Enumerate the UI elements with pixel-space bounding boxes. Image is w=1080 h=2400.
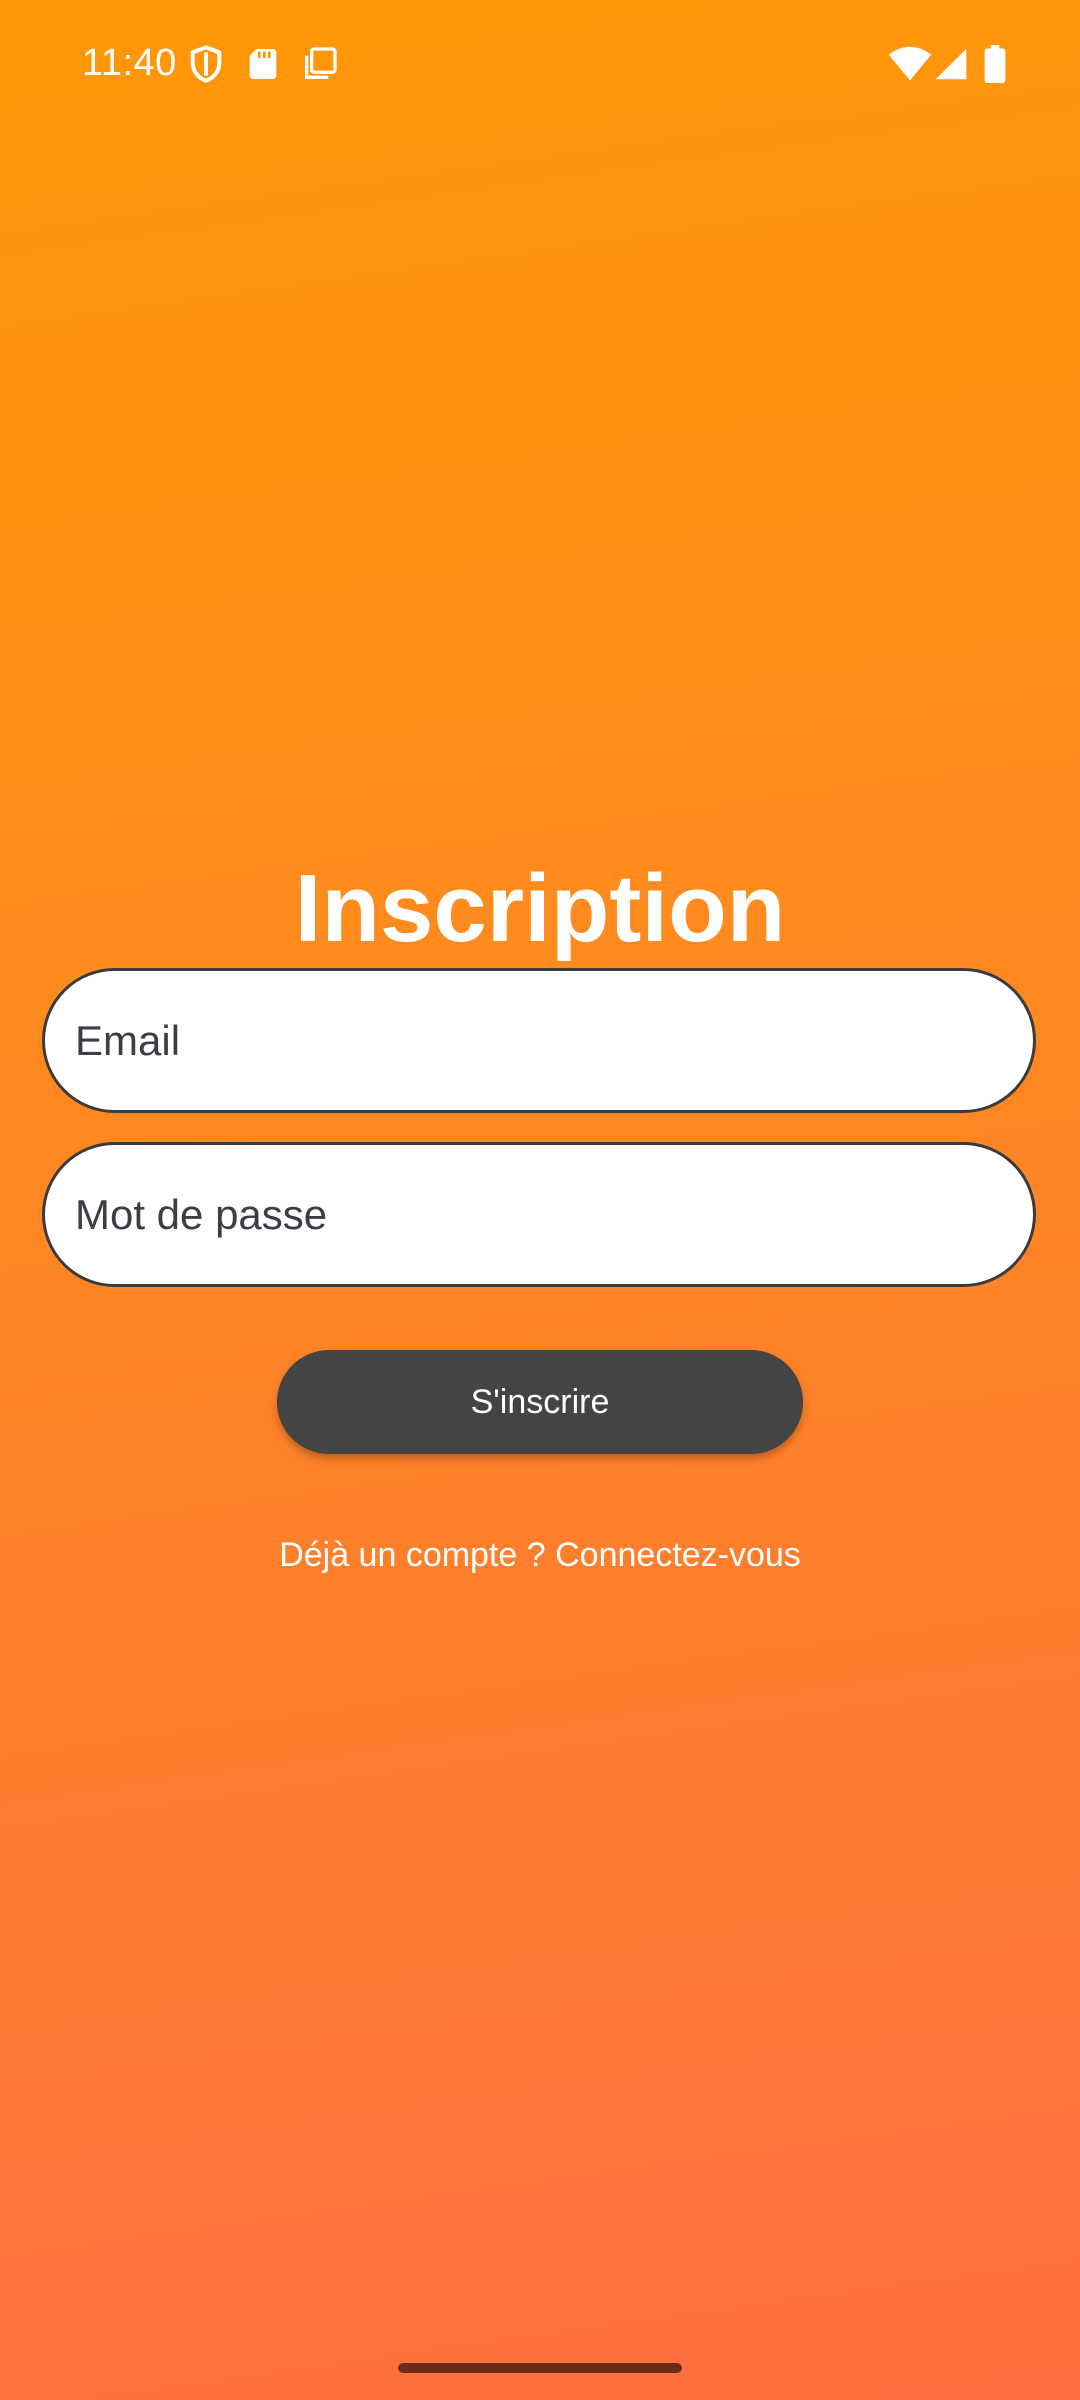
signal-icon: [934, 46, 968, 82]
status-bar: 11:40: [0, 0, 1080, 128]
gesture-navigation-bar[interactable]: [398, 2363, 682, 2373]
signup-button[interactable]: S'inscrire: [277, 1350, 803, 1454]
battery-icon: [984, 45, 1006, 83]
login-link[interactable]: Déjà un compte ? Connectez-vous: [0, 1530, 1080, 1580]
signup-screen: 11:40 Inscription S'inscrire Déjà un com…: [0, 0, 1080, 2400]
page-title: Inscription: [294, 855, 786, 963]
shield-icon: [186, 44, 226, 84]
email-field[interactable]: [42, 968, 1036, 1113]
screenshot-icon: [300, 44, 340, 84]
status-time: 11:40: [82, 42, 177, 84]
wifi-icon: [888, 45, 932, 83]
sd-card-icon: [243, 44, 283, 84]
password-field[interactable]: [42, 1142, 1036, 1287]
